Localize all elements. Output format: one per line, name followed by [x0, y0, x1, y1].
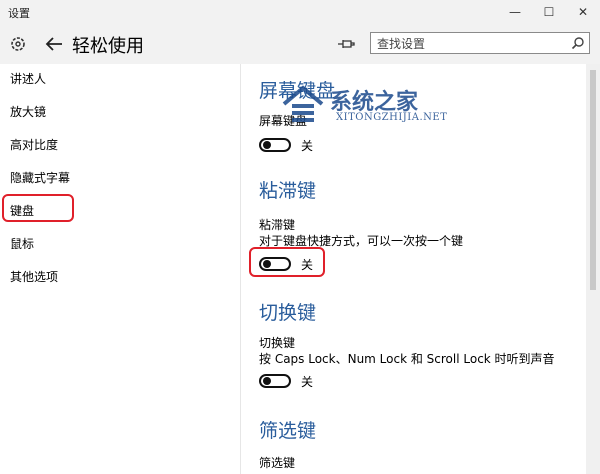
watermark-logo: 系统之家 XITONGZHIJIA.NET — [280, 78, 470, 138]
setting-desc-toggle-keys: 按 Caps Lock、Num Lock 和 Scroll Lock 时听到声音 — [259, 352, 555, 366]
section-title-sticky-keys: 粘滞键 — [259, 180, 317, 202]
toggle-toggle-keys[interactable] — [259, 374, 291, 388]
back-arrow-icon[interactable] — [44, 34, 64, 54]
section-title-toggle-keys: 切换键 — [259, 302, 317, 324]
search-box[interactable] — [370, 32, 590, 54]
sidebar-item-closed-captions[interactable]: 隐藏式字幕 — [10, 169, 70, 186]
watermark-english-text: XITONGZHIJIA.NET — [336, 112, 448, 123]
toggle-label-on-screen-keyboard: 关 — [301, 139, 314, 153]
header: 轻松使用 — [0, 24, 600, 64]
window-title: 设置 — [8, 7, 30, 20]
setting-name-toggle-keys: 切换键 — [259, 336, 296, 350]
search-icon[interactable] — [571, 36, 585, 50]
setting-desc-sticky-keys: 对于键盘快捷方式，可以一次按一个键 — [259, 234, 464, 248]
toggle-sticky-keys[interactable] — [259, 257, 291, 271]
close-button[interactable]: ✕ — [566, 0, 600, 24]
close-icon: ✕ — [577, 5, 589, 19]
search-input[interactable] — [371, 34, 567, 54]
sidebar-item-mouse[interactable]: 鼠标 — [10, 235, 34, 252]
title-bar: 设置 — ☐ ✕ — [0, 0, 600, 24]
scrollbar-thumb[interactable] — [590, 70, 596, 290]
toggle-knob — [263, 377, 271, 385]
setting-name-sticky-keys: 粘滞键 — [259, 218, 296, 232]
page-title: 轻松使用 — [72, 36, 144, 57]
toggle-label-toggle-keys: 关 — [301, 375, 314, 389]
toggle-on-screen-keyboard[interactable] — [259, 138, 291, 152]
toggle-knob — [263, 141, 271, 149]
toggle-label-sticky-keys: 关 — [301, 258, 314, 272]
minimize-button[interactable]: — — [498, 0, 532, 24]
maximize-icon: ☐ — [543, 5, 555, 19]
maximize-button[interactable]: ☐ — [532, 0, 566, 24]
watermark-house-icon — [282, 85, 324, 122]
toggle-knob — [263, 260, 271, 268]
sidebar-item-high-contrast[interactable]: 高对比度 — [10, 136, 58, 153]
sidebar-item-other-options[interactable]: 其他选项 — [10, 268, 58, 285]
setting-name-filter-keys: 筛选键 — [259, 456, 296, 470]
sidebar-item-keyboard[interactable]: 键盘 — [10, 202, 34, 219]
minimize-icon: — — [509, 5, 521, 19]
settings-gear-icon[interactable] — [8, 34, 28, 54]
sidebar-item-narrator[interactable]: 讲述人 — [10, 70, 46, 87]
sidebar: 讲述人 放大镜 高对比度 隐藏式字幕 键盘 鼠标 其他选项 — [0, 64, 240, 474]
sidebar-item-magnifier[interactable]: 放大镜 — [10, 103, 46, 120]
pin-icon[interactable] — [336, 34, 356, 54]
section-title-filter-keys: 筛选键 — [259, 420, 317, 442]
